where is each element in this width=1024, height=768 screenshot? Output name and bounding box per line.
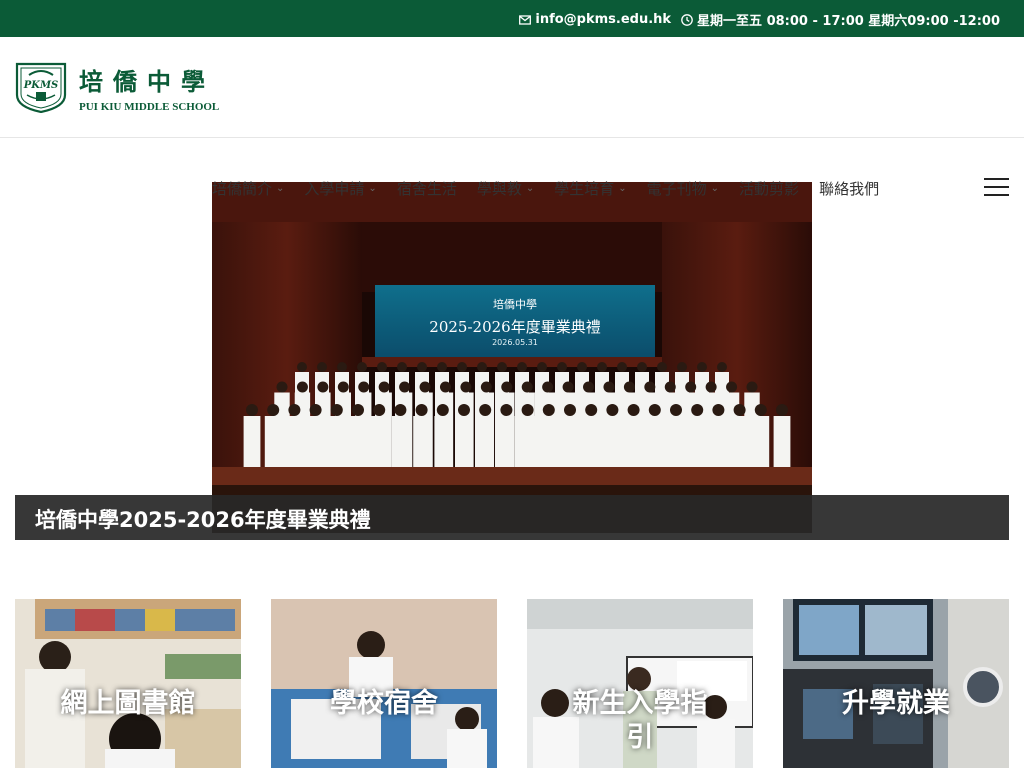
library-photo xyxy=(15,599,241,768)
feature-cards: 網上圖書館 學校宿舍 新生入學指引 升學就業 xyxy=(15,599,1009,768)
nav-label: 學生培育 xyxy=(554,179,615,198)
nav-label: 電子刊物 xyxy=(646,179,707,198)
card-further-studies-career[interactable]: 升學就業 xyxy=(783,599,1009,768)
chevron-down-icon: ⌄ xyxy=(368,182,377,194)
chevron-down-icon: ⌄ xyxy=(618,182,627,194)
school-name-en: PUI KIU MIDDLE SCHOOL xyxy=(79,100,220,113)
hours-text: 星期一至五 08:00 - 17:00 星期六09:00 -12:00 xyxy=(697,14,1000,29)
hero-caption[interactable]: 培僑中學2025-2026年度畢業典禮 xyxy=(15,495,1009,540)
contact-info: info@pkms.edu.hk 星期一至五 08:00 - 17:00 星期六… xyxy=(519,10,1000,29)
site-header: PKMS 培僑中學 PUI KIU MIDDLE SCHOOL xyxy=(0,37,1024,138)
school-badge-icon: PKMS xyxy=(15,62,67,113)
card-online-library[interactable]: 網上圖書館 xyxy=(15,599,241,768)
card-new-student-guide[interactable]: 新生入學指引 xyxy=(527,599,753,768)
nav-label: 活動剪影 xyxy=(739,179,800,198)
nav-label: 宿舍生活 xyxy=(396,179,457,198)
top-info-bar: info@pkms.edu.hk 星期一至五 08:00 - 17:00 星期六… xyxy=(0,0,1024,37)
card-label: 新生入學指引 xyxy=(572,688,708,753)
nav-item-publications[interactable]: 電子刊物 ⌄ xyxy=(647,178,719,199)
chevron-down-icon: ⌄ xyxy=(276,182,285,194)
email-contact[interactable]: info@pkms.edu.hk xyxy=(519,12,671,27)
nav-item-about[interactable]: 培僑簡介 ⌄ xyxy=(212,178,284,199)
clock-icon xyxy=(681,13,693,26)
school-logo[interactable]: PKMS 培僑中學 PUI KIU MIDDLE SCHOOL xyxy=(15,61,219,113)
nav-item-learning[interactable]: 學與教 ⌄ xyxy=(477,178,534,199)
nav-item-contact[interactable]: 聯絡我們 xyxy=(819,178,879,199)
office-hours: 星期一至五 08:00 - 17:00 星期六09:00 -12:00 xyxy=(681,10,1000,29)
nav-label: 學與教 xyxy=(476,179,522,198)
chevron-down-icon: ⌄ xyxy=(525,182,535,194)
main-nav: 培僑簡介 ⌄ 入學申請 ⌄ 宿舍生活 學與教 ⌄ 學生培育 ⌄ 電子刊物 ⌄ 活動剪影 聯… xyxy=(212,176,879,200)
nav-item-boarding[interactable]: 宿舍生活 xyxy=(397,178,457,199)
nav-label: 入學申請 xyxy=(304,179,365,198)
card-label: 升學就業 xyxy=(842,688,950,719)
hero-slide-image[interactable]: 培僑中學 2025-2026年度畢業典禮 2026.05.31 xyxy=(212,182,812,533)
badge-text: PKMS xyxy=(23,80,59,91)
email-text: info@pkms.edu.hk xyxy=(535,12,672,27)
nav-item-gallery[interactable]: 活動剪影 xyxy=(739,178,799,199)
nav-item-admission[interactable]: 入學申請 ⌄ xyxy=(304,178,376,199)
card-label: 學校宿舍 xyxy=(330,688,438,719)
hero-caption-title: 培僑中學2025-2026年度畢業典禮 xyxy=(35,508,371,532)
graduation-photo: 培僑中學 2025-2026年度畢業典禮 2026.05.31 xyxy=(212,182,812,533)
graduates-group xyxy=(243,362,791,467)
simulator-photo xyxy=(783,599,1009,768)
screen-event-title: 2025-2026年度畢業典禮 xyxy=(429,318,600,336)
card-label: 網上圖書館 xyxy=(60,688,196,719)
screen-date: 2026.05.31 xyxy=(492,338,538,347)
menu-hamburger-icon[interactable] xyxy=(984,178,1009,196)
school-name-cn: 培僑中學 xyxy=(79,66,215,96)
dormitory-photo xyxy=(271,599,497,768)
envelope-icon xyxy=(519,14,532,25)
chevron-down-icon: ⌄ xyxy=(710,182,720,194)
nav-item-student-support[interactable]: 學生培育 ⌄ xyxy=(554,178,626,199)
nav-label: 聯絡我們 xyxy=(819,179,880,198)
card-boarding-school[interactable]: 學校宿舍 xyxy=(271,599,497,768)
nav-label: 培僑簡介 xyxy=(212,179,273,198)
screen-school-name: 培僑中學 xyxy=(493,297,537,311)
